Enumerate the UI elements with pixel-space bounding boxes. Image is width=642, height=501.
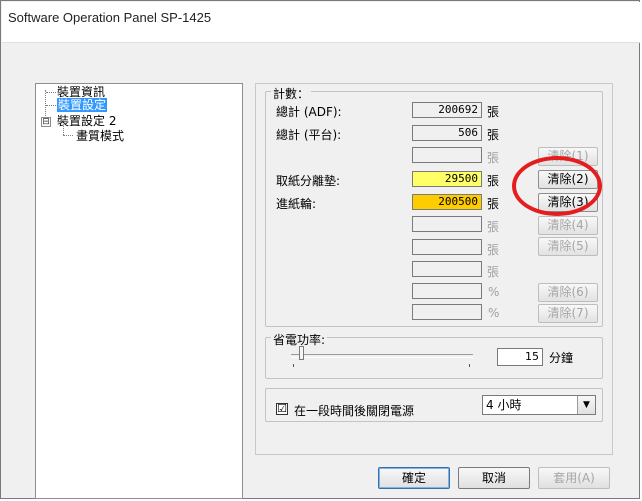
collapse-icon[interactable]: ⊟ (41, 117, 51, 127)
check-icon: ☑ (277, 402, 287, 415)
counter-label-roller: 進紙輪: (276, 197, 317, 211)
counter-unit: 張 (487, 197, 500, 211)
tree-item-device-settings[interactable]: 裝置設定 (57, 98, 108, 112)
dropdown-arrow-icon[interactable]: ▼ (577, 396, 595, 414)
power-saving-slider-track[interactable] (291, 354, 473, 358)
slider-tick (469, 364, 470, 367)
window-title: Software Operation Panel SP-1425 (8, 10, 212, 25)
counter-value-empty (412, 304, 482, 320)
auto-power-off-selected: 4 小時 (486, 398, 522, 412)
tree-connector (46, 105, 56, 106)
counter-unit: % (488, 306, 500, 320)
counter-value-empty (412, 239, 482, 255)
counter-value-empty (412, 147, 482, 163)
counter-unit: 張 (487, 128, 500, 142)
clear-7-button[interactable]: 清除(7) (538, 304, 598, 323)
slider-tick (293, 364, 294, 367)
tree-item-device-settings-2[interactable]: 裝置設定 2 (57, 114, 116, 128)
power-saving-minutes-input[interactable]: 15 (497, 348, 543, 366)
counter-value-empty (412, 261, 482, 277)
clear-5-button[interactable]: 清除(5) (538, 237, 598, 256)
dialog-window: Software Operation Panel SP-1425 裝置資訊 裝置… (0, 0, 640, 499)
apply-button[interactable]: 套用(A) (538, 467, 610, 489)
counter-label-adf-total: 總計 (ADF): (276, 105, 342, 119)
counter-unit: % (488, 285, 500, 299)
counter-unit: 張 (487, 243, 500, 257)
counter-value-adf-total: 200692 (412, 102, 482, 118)
counter-unit: 張 (487, 174, 500, 188)
clear-4-button[interactable]: 清除(4) (538, 216, 598, 235)
highlight-ring (512, 156, 602, 216)
counter-value-empty (412, 283, 482, 299)
counter-value-empty (412, 216, 482, 232)
counter-unit: 張 (487, 151, 500, 165)
cancel-button[interactable]: 取消 (458, 467, 530, 489)
counter-value-flatbed-total: 506 (412, 125, 482, 141)
counter-value-pad: 29500 (412, 171, 482, 187)
tree-item-image-quality-mode[interactable]: 畫質模式 (76, 129, 124, 143)
counter-label-flatbed-total: 總計 (平台): (276, 128, 342, 142)
power-saving-slider-thumb[interactable] (299, 346, 304, 360)
auto-power-off-checkbox[interactable]: ☑ (276, 403, 288, 415)
auto-power-off-label: 在一段時間後關閉電源 (294, 404, 415, 418)
power-saving-unit: 分鐘 (549, 351, 574, 365)
counter-unit: 張 (487, 105, 500, 119)
settings-tree[interactable]: 裝置資訊 裝置設定 ⊟ 裝置設定 2 畫質模式 (35, 83, 243, 499)
auto-power-off-select[interactable]: 4 小時 ▼ (482, 395, 596, 415)
ok-button[interactable]: 確定 (378, 467, 450, 489)
title-bar: Software Operation Panel SP-1425 (2, 2, 640, 43)
tree-item-device-info[interactable]: 裝置資訊 (57, 85, 105, 99)
counter-group-title: 計數： (271, 85, 312, 102)
counter-value-roller: 200500 (412, 194, 482, 210)
counter-unit: 張 (487, 220, 500, 234)
counter-label-pad: 取紙分離墊: (276, 174, 341, 188)
counter-unit: 張 (487, 265, 500, 279)
tree-connector (46, 92, 56, 93)
tree-connector (63, 135, 73, 136)
clear-6-button[interactable]: 清除(6) (538, 283, 598, 302)
